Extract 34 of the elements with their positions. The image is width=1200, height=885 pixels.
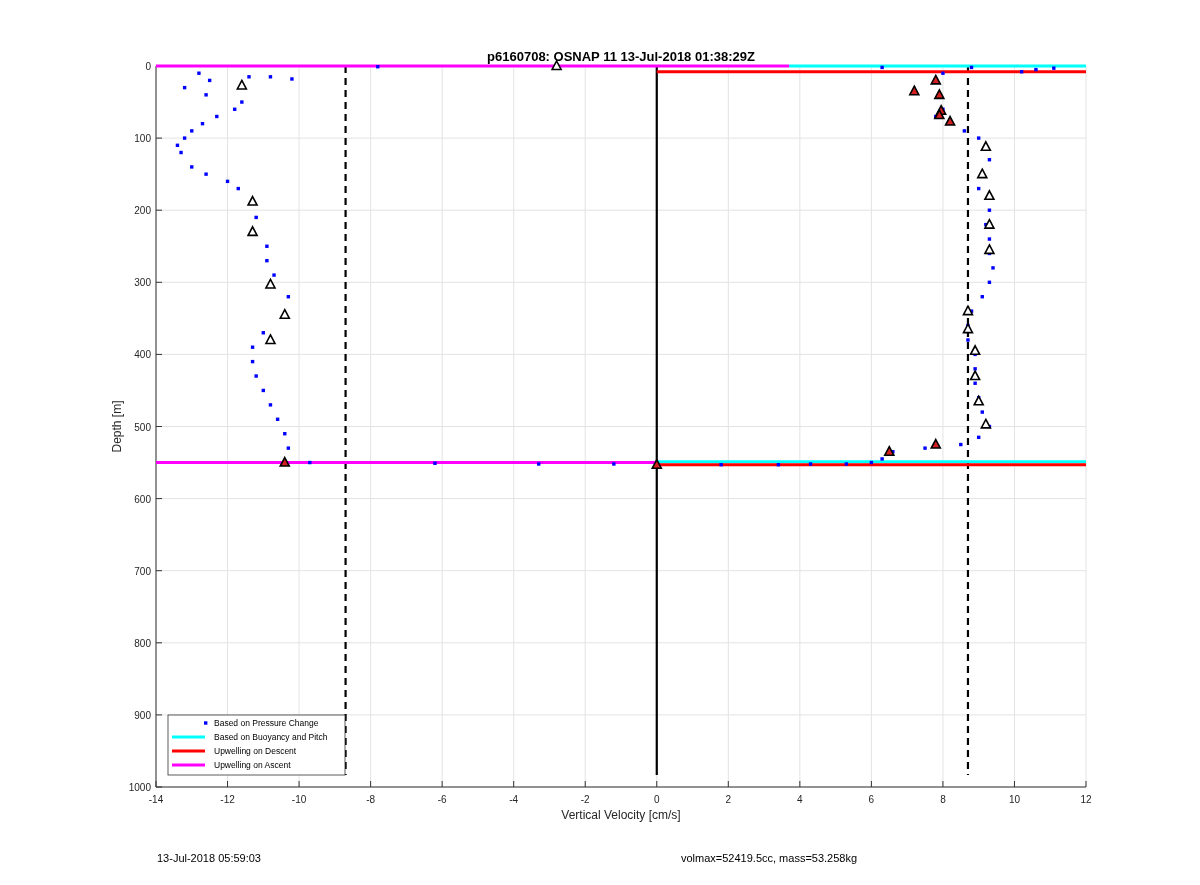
tick-label: -4 xyxy=(509,794,519,805)
tick-label: -14 xyxy=(148,794,164,805)
tick-label: 12 xyxy=(1080,794,1092,805)
tick-label: -8 xyxy=(366,794,376,805)
legend-label: Upwelling on Ascent xyxy=(214,760,291,770)
tick-label: 1000 xyxy=(128,782,151,793)
tick-label: 800 xyxy=(134,637,151,649)
tick-label: 700 xyxy=(134,565,151,577)
tick-label: 100 xyxy=(134,133,151,145)
tick-label: 300 xyxy=(134,277,151,289)
legend-label: Based on Pressure Change xyxy=(214,718,319,728)
tick-label: 400 xyxy=(134,349,151,361)
tick-label: 6 xyxy=(868,794,875,805)
timestamp-text: 13-Jul-2018 05:59:03 xyxy=(157,852,261,866)
tick-label: 8 xyxy=(940,794,946,805)
volume-mass-text: volmax=52419.5cc, mass=53.258kg xyxy=(680,852,858,866)
tick-label: 4 xyxy=(797,794,803,805)
chart-title: p6160708: OSNAP 11 13-Jul-2018 01:38:29Z xyxy=(487,49,755,64)
tick-label: -12 xyxy=(220,794,235,805)
tick-label: -6 xyxy=(437,794,447,805)
tick-label: 600 xyxy=(134,493,151,505)
x-axis-label: Vertical Velocity [cm/s] xyxy=(561,808,681,822)
legend-label: Upwelling on Descent xyxy=(214,746,297,756)
tick-label: 10 xyxy=(1008,794,1020,805)
tick-label: 200 xyxy=(134,205,151,217)
tick-label: 0 xyxy=(145,61,151,72)
tick-label: 900 xyxy=(134,709,151,721)
y-axis-label: Depth [m] xyxy=(110,400,124,453)
legend-label: Based on Buoyancy and Pitch xyxy=(214,732,328,742)
tick-label: 2 xyxy=(725,794,732,805)
tick-label: -2 xyxy=(580,794,590,805)
tick-label: 0 xyxy=(654,794,660,805)
tick-label: -10 xyxy=(291,794,307,805)
tick-label: 500 xyxy=(134,421,151,433)
